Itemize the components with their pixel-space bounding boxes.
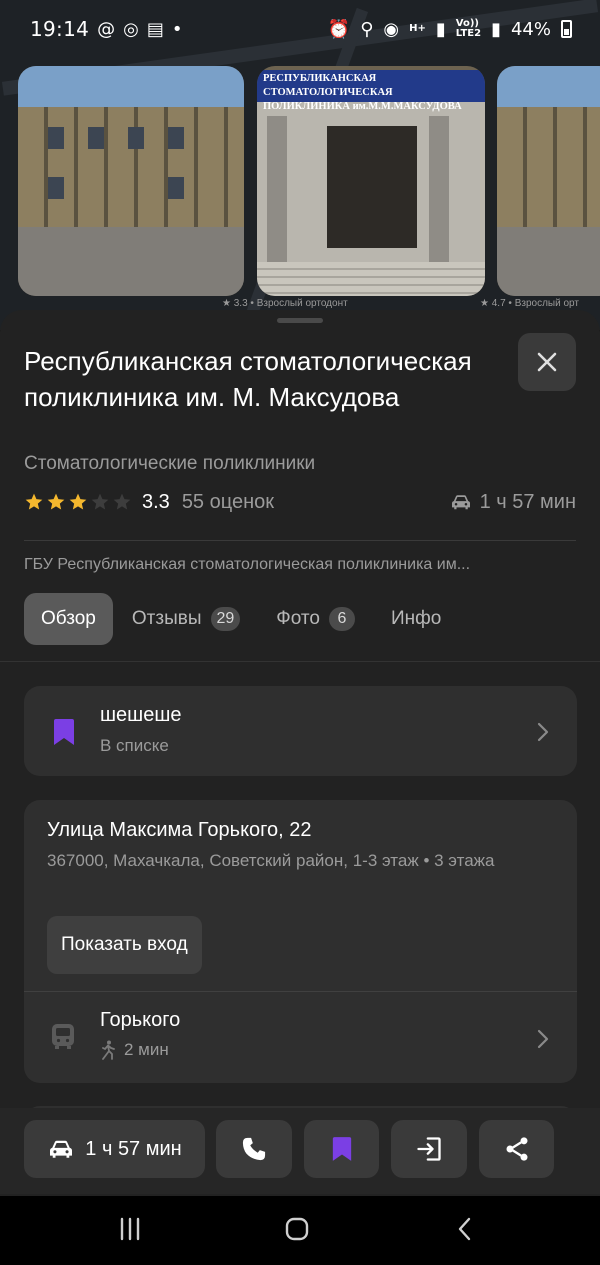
rating-count[interactable]: 55 оценок bbox=[182, 491, 274, 514]
action-bar: 1 ч 57 мин bbox=[0, 1108, 600, 1194]
place-card-sheet: Республиканская стоматологическая поликл… bbox=[0, 310, 600, 1200]
status-right: ⏰ ⚲ ◉ H+ ▮ Vo)) LTE2 ▮ 44% bbox=[328, 19, 572, 40]
instagram-icon: ◎ bbox=[123, 18, 139, 40]
sheet-drag-handle[interactable] bbox=[277, 318, 323, 323]
enter-button[interactable] bbox=[391, 1120, 467, 1178]
bus-icon bbox=[52, 1024, 74, 1049]
hotspot-icon: ◉ bbox=[383, 18, 400, 40]
bookmark-icon bbox=[332, 1137, 351, 1161]
star-filled-icon bbox=[69, 493, 87, 510]
save-bookmark-button[interactable] bbox=[304, 1120, 379, 1178]
calendar-icon: ▤ bbox=[146, 18, 164, 40]
at-icon: @ bbox=[97, 18, 116, 40]
reviews-count-badge: 29 bbox=[210, 607, 241, 631]
volte-indicator: Vo)) LTE2 bbox=[456, 19, 481, 39]
tab-info-label: Инфо bbox=[390, 608, 442, 629]
star-empty-icon bbox=[91, 493, 109, 510]
card-divider bbox=[24, 991, 577, 992]
rating-stars bbox=[24, 492, 132, 512]
system-nav-bar bbox=[0, 1196, 600, 1265]
star-empty-icon bbox=[113, 493, 131, 510]
photos-count-badge: 6 bbox=[328, 607, 355, 631]
organization-name[interactable]: ГБУ Республиканская стоматологическая по… bbox=[24, 556, 576, 574]
drive-time[interactable]: 1 ч 57 мин bbox=[450, 491, 576, 514]
call-button[interactable] bbox=[216, 1120, 292, 1178]
walk-icon bbox=[102, 1040, 115, 1060]
alarm-icon: ⏰ bbox=[327, 18, 351, 40]
chevron-right-icon bbox=[537, 722, 549, 742]
photo-gallery[interactable]: РЕСПУБЛИКАНСКАЯ СТОМАТОЛОГИЧЕСКАЯ ПОЛИКЛ… bbox=[0, 66, 600, 296]
list-name: шешеше bbox=[100, 704, 182, 726]
tabs: Обзор Отзывы 29 Фото 6 Инфо bbox=[24, 593, 460, 645]
rating-row[interactable]: 3.3 55 оценок 1 ч 57 мин bbox=[24, 488, 576, 516]
bookmark-icon bbox=[54, 719, 74, 745]
battery-icon bbox=[561, 20, 572, 38]
status-time: 19:14 bbox=[30, 17, 90, 41]
location-icon: ⚲ bbox=[360, 18, 374, 40]
address-details: 367000, Махачкала, Советский район, 1-3 … bbox=[47, 851, 495, 870]
tab-photos[interactable]: Фото 6 bbox=[259, 593, 372, 645]
tab-reviews[interactable]: Отзывы 29 bbox=[115, 593, 257, 645]
status-left: 19:14 @ ◎ ▤ • bbox=[30, 17, 183, 41]
show-entrance-button[interactable]: Показать вход bbox=[47, 916, 202, 974]
transit-walk-time: 2 мин bbox=[100, 1040, 169, 1060]
route-time-label: 1 ч 57 мин bbox=[85, 1137, 182, 1160]
place-category: Стоматологические поликлиники bbox=[24, 453, 316, 474]
lte-label: LTE2 bbox=[455, 28, 482, 39]
enter-icon bbox=[417, 1137, 441, 1161]
photo-2[interactable]: РЕСПУБЛИКАНСКАЯ СТОМАТОЛОГИЧЕСКАЯ ПОЛИКЛ… bbox=[257, 66, 485, 296]
share-button[interactable] bbox=[479, 1120, 554, 1178]
tabs-divider bbox=[0, 661, 600, 662]
recents-icon[interactable] bbox=[118, 1216, 142, 1242]
photo-sign-text: РЕСПУБЛИКАНСКАЯ СТОМАТОЛОГИЧЕСКАЯ ПОЛИКЛ… bbox=[257, 70, 485, 112]
saved-list-card[interactable]: шешеше В списке bbox=[24, 686, 577, 776]
divider bbox=[24, 540, 576, 541]
walk-time-label: 2 мин bbox=[124, 1040, 169, 1059]
share-icon bbox=[506, 1137, 527, 1161]
tab-reviews-label: Отзывы bbox=[131, 608, 202, 629]
close-icon bbox=[537, 352, 557, 372]
dot-icon: • bbox=[171, 18, 183, 40]
chevron-right-icon bbox=[537, 1029, 549, 1049]
phone-icon bbox=[242, 1137, 266, 1161]
transit-stop-name: Горького bbox=[100, 1009, 181, 1031]
tab-overview-label: Обзор bbox=[41, 608, 96, 629]
photo-caption-1: ★ 3.3 • Взрослый ортодонт bbox=[222, 298, 348, 309]
star-filled-icon bbox=[47, 493, 65, 510]
photo-caption-2: ★ 4.7 • Взрослый орт bbox=[480, 298, 579, 309]
star-filled-icon bbox=[25, 493, 43, 510]
tab-photos-label: Фото bbox=[276, 608, 320, 629]
drive-time-label: 1 ч 57 мин bbox=[479, 490, 576, 513]
photo-3[interactable] bbox=[497, 66, 600, 296]
rating-value: 3.3 bbox=[142, 490, 170, 513]
car-icon bbox=[50, 1140, 73, 1158]
back-icon[interactable] bbox=[455, 1216, 475, 1242]
list-status: В списке bbox=[100, 736, 169, 755]
route-button[interactable]: 1 ч 57 мин bbox=[24, 1120, 205, 1178]
tab-overview[interactable]: Обзор bbox=[24, 593, 113, 645]
address-card: Улица Максима Горького, 22 367000, Махач… bbox=[24, 800, 577, 1083]
status-bar: 19:14 @ ◎ ▤ • ⏰ ⚲ ◉ H+ ▮ Vo)) LTE2 ▮ 44% bbox=[0, 0, 600, 58]
battery-percent: 44% bbox=[510, 18, 551, 40]
address-street[interactable]: Улица Максима Горького, 22 bbox=[47, 819, 312, 842]
signal-2-icon: ▮ bbox=[491, 18, 501, 40]
home-icon[interactable] bbox=[284, 1216, 310, 1242]
car-icon bbox=[451, 495, 470, 510]
network-type: H+ bbox=[409, 23, 426, 34]
place-title: Республиканская стоматологическая поликл… bbox=[24, 346, 472, 412]
tab-info[interactable]: Инфо bbox=[374, 593, 458, 645]
signal-icon: ▮ bbox=[435, 18, 446, 40]
close-button[interactable] bbox=[518, 333, 576, 391]
photo-1[interactable] bbox=[18, 66, 244, 296]
